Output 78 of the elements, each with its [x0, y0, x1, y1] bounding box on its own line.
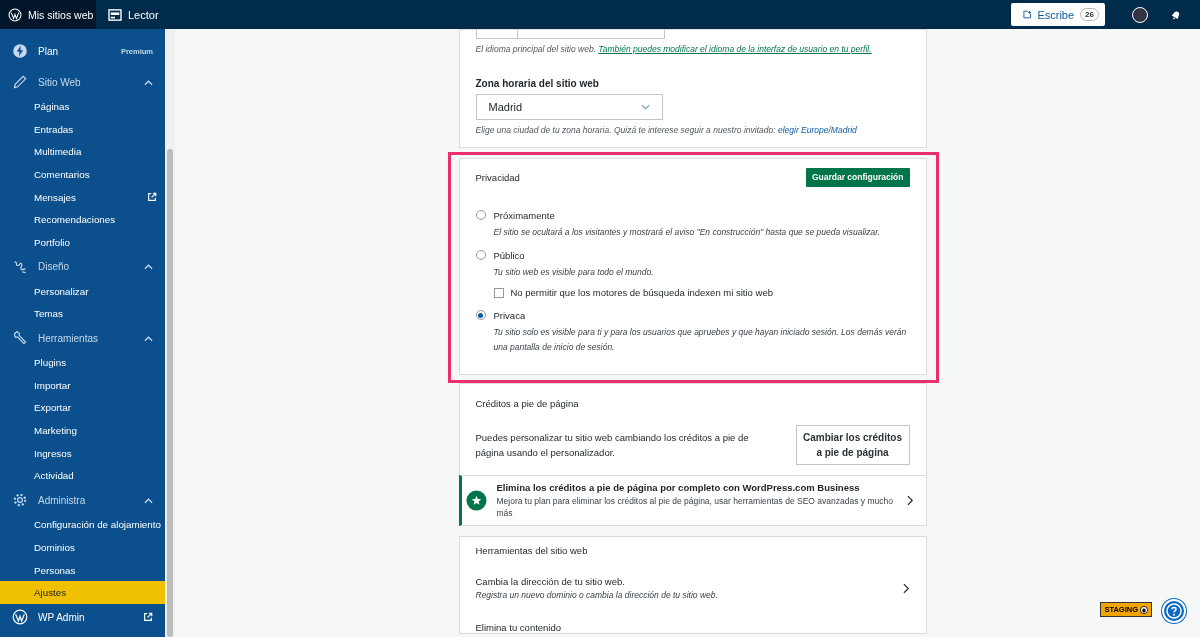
upsell-banner[interactable]: Elimina los créditos a pie de página por completo con WordPress.com Business Mejora tu plan para eliminar los créditos al pie de página, usar herramientas de SEO avanzadas y mucho más: [458, 475, 927, 526]
chevron-right-icon: [906, 495, 914, 506]
profile-language-link[interactable]: También puedes modificar el idioma de la interfaz de usuario en tu perfil.: [598, 44, 872, 54]
bell-icon[interactable]: [1170, 8, 1182, 21]
sidebar-item[interactable]: Importar: [0, 373, 165, 397]
sidebar-item[interactable]: Personalizar: [0, 279, 165, 303]
sidebar-item[interactable]: Multimedia: [0, 140, 165, 164]
sidebar-item[interactable]: WP Admin: [38, 611, 133, 623]
chevron-icon: [144, 264, 153, 271]
brush-icon: [12, 258, 28, 275]
save-settings-button[interactable]: Guardar configuración: [805, 167, 910, 187]
section-title: Herramientas del sitio web: [475, 545, 589, 556]
pencil-icon: [12, 74, 28, 90]
upsell-title: Elimina los créditos a pie de página por completo con WordPress.com Business: [496, 482, 861, 493]
timezone-suggestion-link[interactable]: elegir Europe/Madrid: [777, 125, 857, 135]
chevron-icon: [640, 104, 650, 110]
tool-title[interactable]: Elimina tu contenido: [475, 622, 562, 633]
timezone-help-text: Elige una ciudad de tu zona horaria. Quizá te interese seguir a nuestro invitado: elegir Europe/Madrid: [475, 125, 858, 135]
chevron-icon: [144, 335, 153, 342]
sidebar-section[interactable]: Administra: [38, 494, 134, 506]
section-title: Privacidad: [475, 171, 520, 183]
new-post-icon: [1023, 8, 1032, 21]
sidebar-item[interactable]: Temas: [0, 302, 165, 326]
sidebar-item[interactable]: Mensajes: [0, 185, 165, 209]
sidebar-item[interactable]: Configuración de alojamiento: [0, 513, 165, 536]
timezone-label: Zona horaria del sitio web: [475, 78, 600, 89]
reader-link[interactable]: Lector: [128, 8, 159, 21]
reader-icon: [108, 8, 122, 21]
sidebar-section[interactable]: Herramientas: [38, 332, 134, 344]
gear-icon: [12, 492, 28, 509]
sidebar-item[interactable]: Actividad: [0, 464, 165, 488]
radio-label[interactable]: Público: [493, 249, 525, 261]
sidebar-item[interactable]: Páginas: [0, 95, 165, 118]
avatar[interactable]: [1132, 6, 1148, 23]
sidebar-item[interactable]: Ingresos: [0, 441, 165, 465]
sidebar-section[interactable]: Sitio Web: [38, 76, 134, 88]
radio-button[interactable]: [475, 210, 486, 220]
change-credits-button[interactable]: Cambiar los créditos a pie de página: [795, 425, 910, 465]
section-title: Créditos a pie de página: [475, 398, 580, 409]
sidebar-item[interactable]: Plan: [38, 45, 111, 57]
timezone-select[interactable]: Madrid: [475, 94, 663, 120]
chevron-icon: [144, 497, 153, 504]
sidebar-item[interactable]: Recomendaciones: [0, 208, 165, 232]
upsell-text: Mejora tu plan para eliminar los créditos al pie de página, usar herramientas de SEO avanzadas y mucho más: [496, 495, 894, 519]
radio-label[interactable]: Privaca: [493, 309, 526, 321]
wrench-icon: [12, 330, 28, 347]
radio-button[interactable]: [475, 250, 486, 260]
write-button[interactable]: Escribe 26: [1011, 3, 1105, 26]
sidebar-item[interactable]: Comentarios: [0, 163, 165, 186]
sidebar-item[interactable]: Exportar: [0, 396, 165, 420]
sidebar-section[interactable]: Diseño: [38, 261, 134, 273]
checkbox[interactable]: [493, 287, 504, 298]
language-help-text: El idioma principal del sitio web. También puedes modificar el idioma de la interfaz de usuario en tu perfil.: [475, 44, 873, 54]
help-button[interactable]: [1162, 599, 1186, 623]
option-description: Tu sitio web es visible para todo el mundo.: [493, 266, 655, 279]
sidebar-item[interactable]: Portfolio: [0, 231, 165, 254]
wordpress-logo-icon: [8, 7, 22, 22]
option-description: Tu sitio solo es visible para ti y para los usuarios que apruebes y que hayan iniciado sesión. Los demás verán una pantalla de inicio de sesión.: [493, 326, 908, 354]
sidebar-item[interactable]: Ajustes: [0, 581, 165, 605]
bolt-icon: [12, 43, 28, 59]
sidebar-item[interactable]: Marketing: [0, 419, 165, 442]
tool-description: Registra un nuevo dominio o cambia la dirección de tu sitio web.: [475, 590, 718, 600]
radio-label[interactable]: Próximamente: [493, 209, 555, 221]
help-icon: [1166, 603, 1182, 619]
wordpress-logo-icon: [12, 609, 28, 626]
checkbox-label[interactable]: No permitir que los motores de búsqueda indexen mi sitio web: [510, 287, 773, 298]
scrollbar-thumb[interactable]: [167, 149, 173, 637]
radio-button[interactable]: [475, 310, 486, 320]
tool-title[interactable]: Cambia la dirección de tu sitio web.: [475, 576, 718, 587]
sidebar-item[interactable]: Entradas: [0, 117, 165, 141]
footer-credits-text: Puedes personalizar tu sitio web cambiando los créditos a pie de página usando el personalizador.: [475, 431, 750, 460]
sidebar-item[interactable]: Plugins: [0, 351, 165, 374]
chevron-right-icon[interactable]: [902, 582, 910, 594]
bug-icon: [1140, 605, 1148, 614]
option-description: El sitio se ocultará a los visitantes y mostrará el aviso "En construcción" hasta que se pueda visualizar.: [493, 226, 882, 239]
sidebar-item[interactable]: Personas: [0, 558, 165, 582]
chevron-icon: [144, 79, 153, 86]
sidebar-item[interactable]: Dominios: [0, 536, 165, 559]
